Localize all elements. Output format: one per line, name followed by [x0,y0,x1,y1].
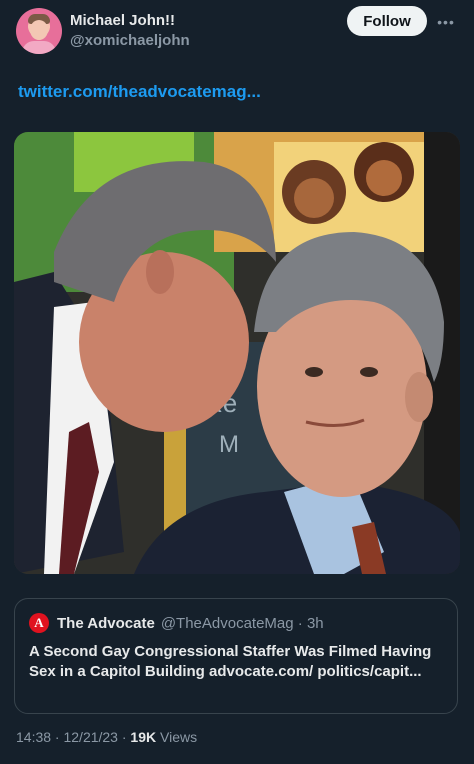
follow-button[interactable]: Follow [347,6,427,36]
timestamp[interactable]: 14:38 · 12/21/23 · [16,729,130,745]
tweet-meta: 14:38 · 12/21/23 · 19K Views [16,729,197,745]
quoted-source-name[interactable]: The Advocate [57,615,155,632]
quoted-source-handle-time: @TheAdvocateMag · 3h [160,614,324,632]
author-name[interactable]: Michael John!! [70,12,175,29]
tweet-photo[interactable]: Re M Co [14,132,460,574]
tweet-link[interactable]: twitter.com/theadvocatemag... [18,82,261,102]
svg-text:M: M [219,431,239,458]
views-label: Views [156,729,198,745]
more-horizontal-icon[interactable]: ••• [436,12,456,32]
quoted-tweet-text: A Second Gay Congressional Staffer Was F… [29,643,432,680]
avatar[interactable] [16,8,62,54]
views-count: 19K [130,729,157,745]
quoted-tweet-card[interactable]: A The Advocate @TheAdvocateMag · 3h A Se… [14,598,458,714]
photo-illustration: Re M Co [14,132,460,574]
quoted-source: A The Advocate @TheAdvocateMag · 3h [29,612,324,634]
tweet-header: Michael John!! @xomichaeljohn Follow ••• [16,6,458,58]
advocate-logo-icon: A [29,613,49,633]
author-handle[interactable]: @xomichaeljohn [70,32,190,49]
